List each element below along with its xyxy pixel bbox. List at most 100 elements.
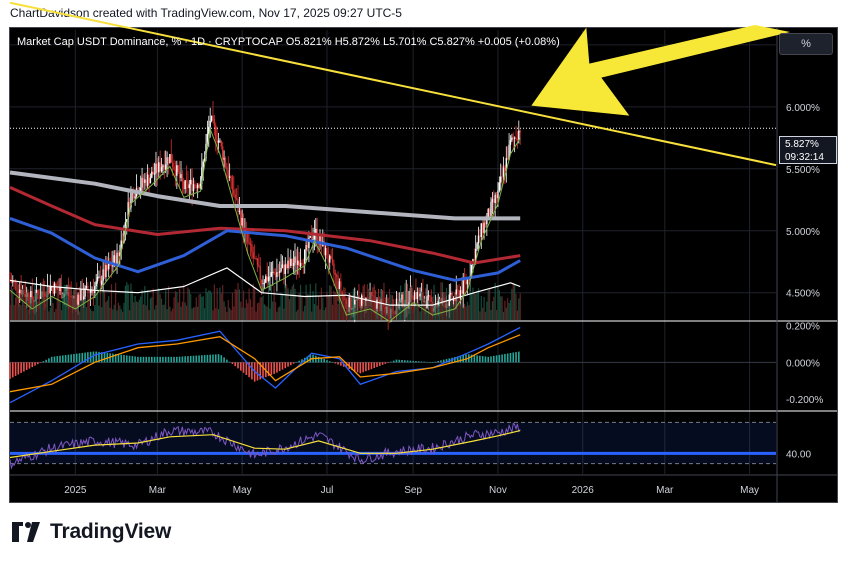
volume-bar (427, 300, 430, 320)
volume-bar (463, 303, 466, 320)
volume-bar (170, 311, 172, 320)
volume-bar (290, 289, 292, 320)
volume-bar (106, 300, 108, 320)
volume-bar (354, 304, 356, 320)
candle-body (283, 264, 285, 275)
macd-histogram-bar (431, 362, 434, 363)
macd-histogram-bar (412, 360, 414, 363)
macd-histogram-bar (220, 355, 223, 363)
volume-bar (105, 301, 107, 320)
volume-bar (140, 296, 142, 320)
candle-body (173, 166, 175, 170)
candle-body (329, 255, 331, 263)
volume-bar (356, 295, 359, 320)
candle-body (108, 263, 110, 270)
volume-bar (98, 305, 100, 320)
candle-body (500, 176, 502, 183)
macd-histogram-bar (270, 362, 273, 375)
candle-body (291, 258, 293, 266)
volume-bar (519, 293, 521, 320)
volume-bar (163, 304, 165, 320)
volume-bar (505, 307, 507, 320)
chart-svg[interactable]: 2025MarMayJulSepNov2026MarMay6.500%6.000… (0, 0, 848, 563)
volume-bar (512, 282, 514, 320)
volume-bar (26, 292, 28, 320)
x-tick-label: May (233, 485, 252, 496)
volume-bar (434, 305, 437, 320)
volume-bar (482, 307, 484, 320)
volume-bar (270, 285, 272, 320)
macd-histogram-bar (239, 362, 242, 371)
volume-bar (480, 295, 482, 320)
volume-bar (318, 295, 320, 320)
volume-bar (329, 285, 331, 320)
candle-body (465, 281, 467, 285)
volume-bar (486, 301, 488, 320)
volume-bar (490, 310, 492, 320)
macd-histogram-bar (440, 360, 442, 363)
candle-body (160, 167, 163, 172)
candle-body (262, 283, 264, 285)
candle-body (427, 295, 430, 297)
candle-body (493, 199, 495, 203)
candle-body (117, 252, 120, 257)
candle-body (247, 232, 249, 243)
macd-histogram-bar (481, 356, 484, 363)
x-tick-label: 2026 (572, 485, 595, 496)
candle-body (187, 181, 189, 189)
volume-bar (432, 296, 434, 320)
volume-bar (151, 297, 153, 320)
macd-histogram-bar (504, 353, 506, 363)
candle-body (298, 260, 300, 267)
volume-bar (116, 310, 118, 320)
candle-body (281, 264, 284, 269)
volume-bar (347, 296, 349, 320)
volume-bar (402, 306, 405, 320)
macd-histogram-bar (359, 362, 362, 374)
candle-body (190, 179, 192, 185)
volume-bar (134, 296, 136, 320)
candle-body (512, 137, 514, 139)
macd-histogram-bar (212, 354, 214, 363)
candle-body (167, 157, 170, 164)
macd-histogram-bar (70, 354, 72, 363)
macd-histogram-bar (103, 352, 106, 363)
volume-bar (259, 297, 261, 320)
candle-body (412, 298, 414, 300)
macd-histogram-bar (73, 353, 75, 363)
candle-body (67, 292, 70, 296)
volume-bar (284, 285, 286, 320)
volume-bar (74, 290, 76, 320)
x-tick-label: Jul (321, 485, 334, 496)
volume-bar (148, 309, 150, 320)
volume-bar (462, 307, 464, 320)
macd-histogram-bar (137, 356, 139, 363)
volume-bar (94, 305, 96, 320)
volume-bar (404, 283, 406, 320)
volume-bar (341, 304, 343, 320)
volume-bar (238, 289, 240, 320)
volume-bar (236, 290, 238, 320)
candle-body (490, 202, 492, 216)
macd-histogram-bar (462, 355, 465, 363)
macd-histogram-bar (125, 355, 128, 363)
macd-histogram-bar (278, 362, 281, 372)
macd-histogram-bar (45, 359, 47, 363)
volume-bar (441, 282, 443, 320)
macd-histogram-bar (484, 356, 487, 363)
macd-histogram-bar (25, 362, 28, 371)
candle-body (449, 292, 452, 295)
macd-histogram-bar (23, 362, 25, 372)
candle-body (148, 174, 150, 184)
macd-tick-label: 0.200% (786, 322, 820, 333)
volume-bar (120, 309, 122, 320)
macd-histogram-bar (112, 353, 114, 363)
volume-bar (320, 287, 323, 320)
candle-body (267, 277, 270, 281)
percent-scale-button[interactable]: % (779, 33, 833, 55)
volume-bar (509, 300, 512, 320)
macd-histogram-bar (148, 356, 150, 363)
volume-bar (383, 282, 385, 320)
tradingview-logo: TradingView (12, 520, 171, 544)
volume-bar (60, 309, 63, 320)
